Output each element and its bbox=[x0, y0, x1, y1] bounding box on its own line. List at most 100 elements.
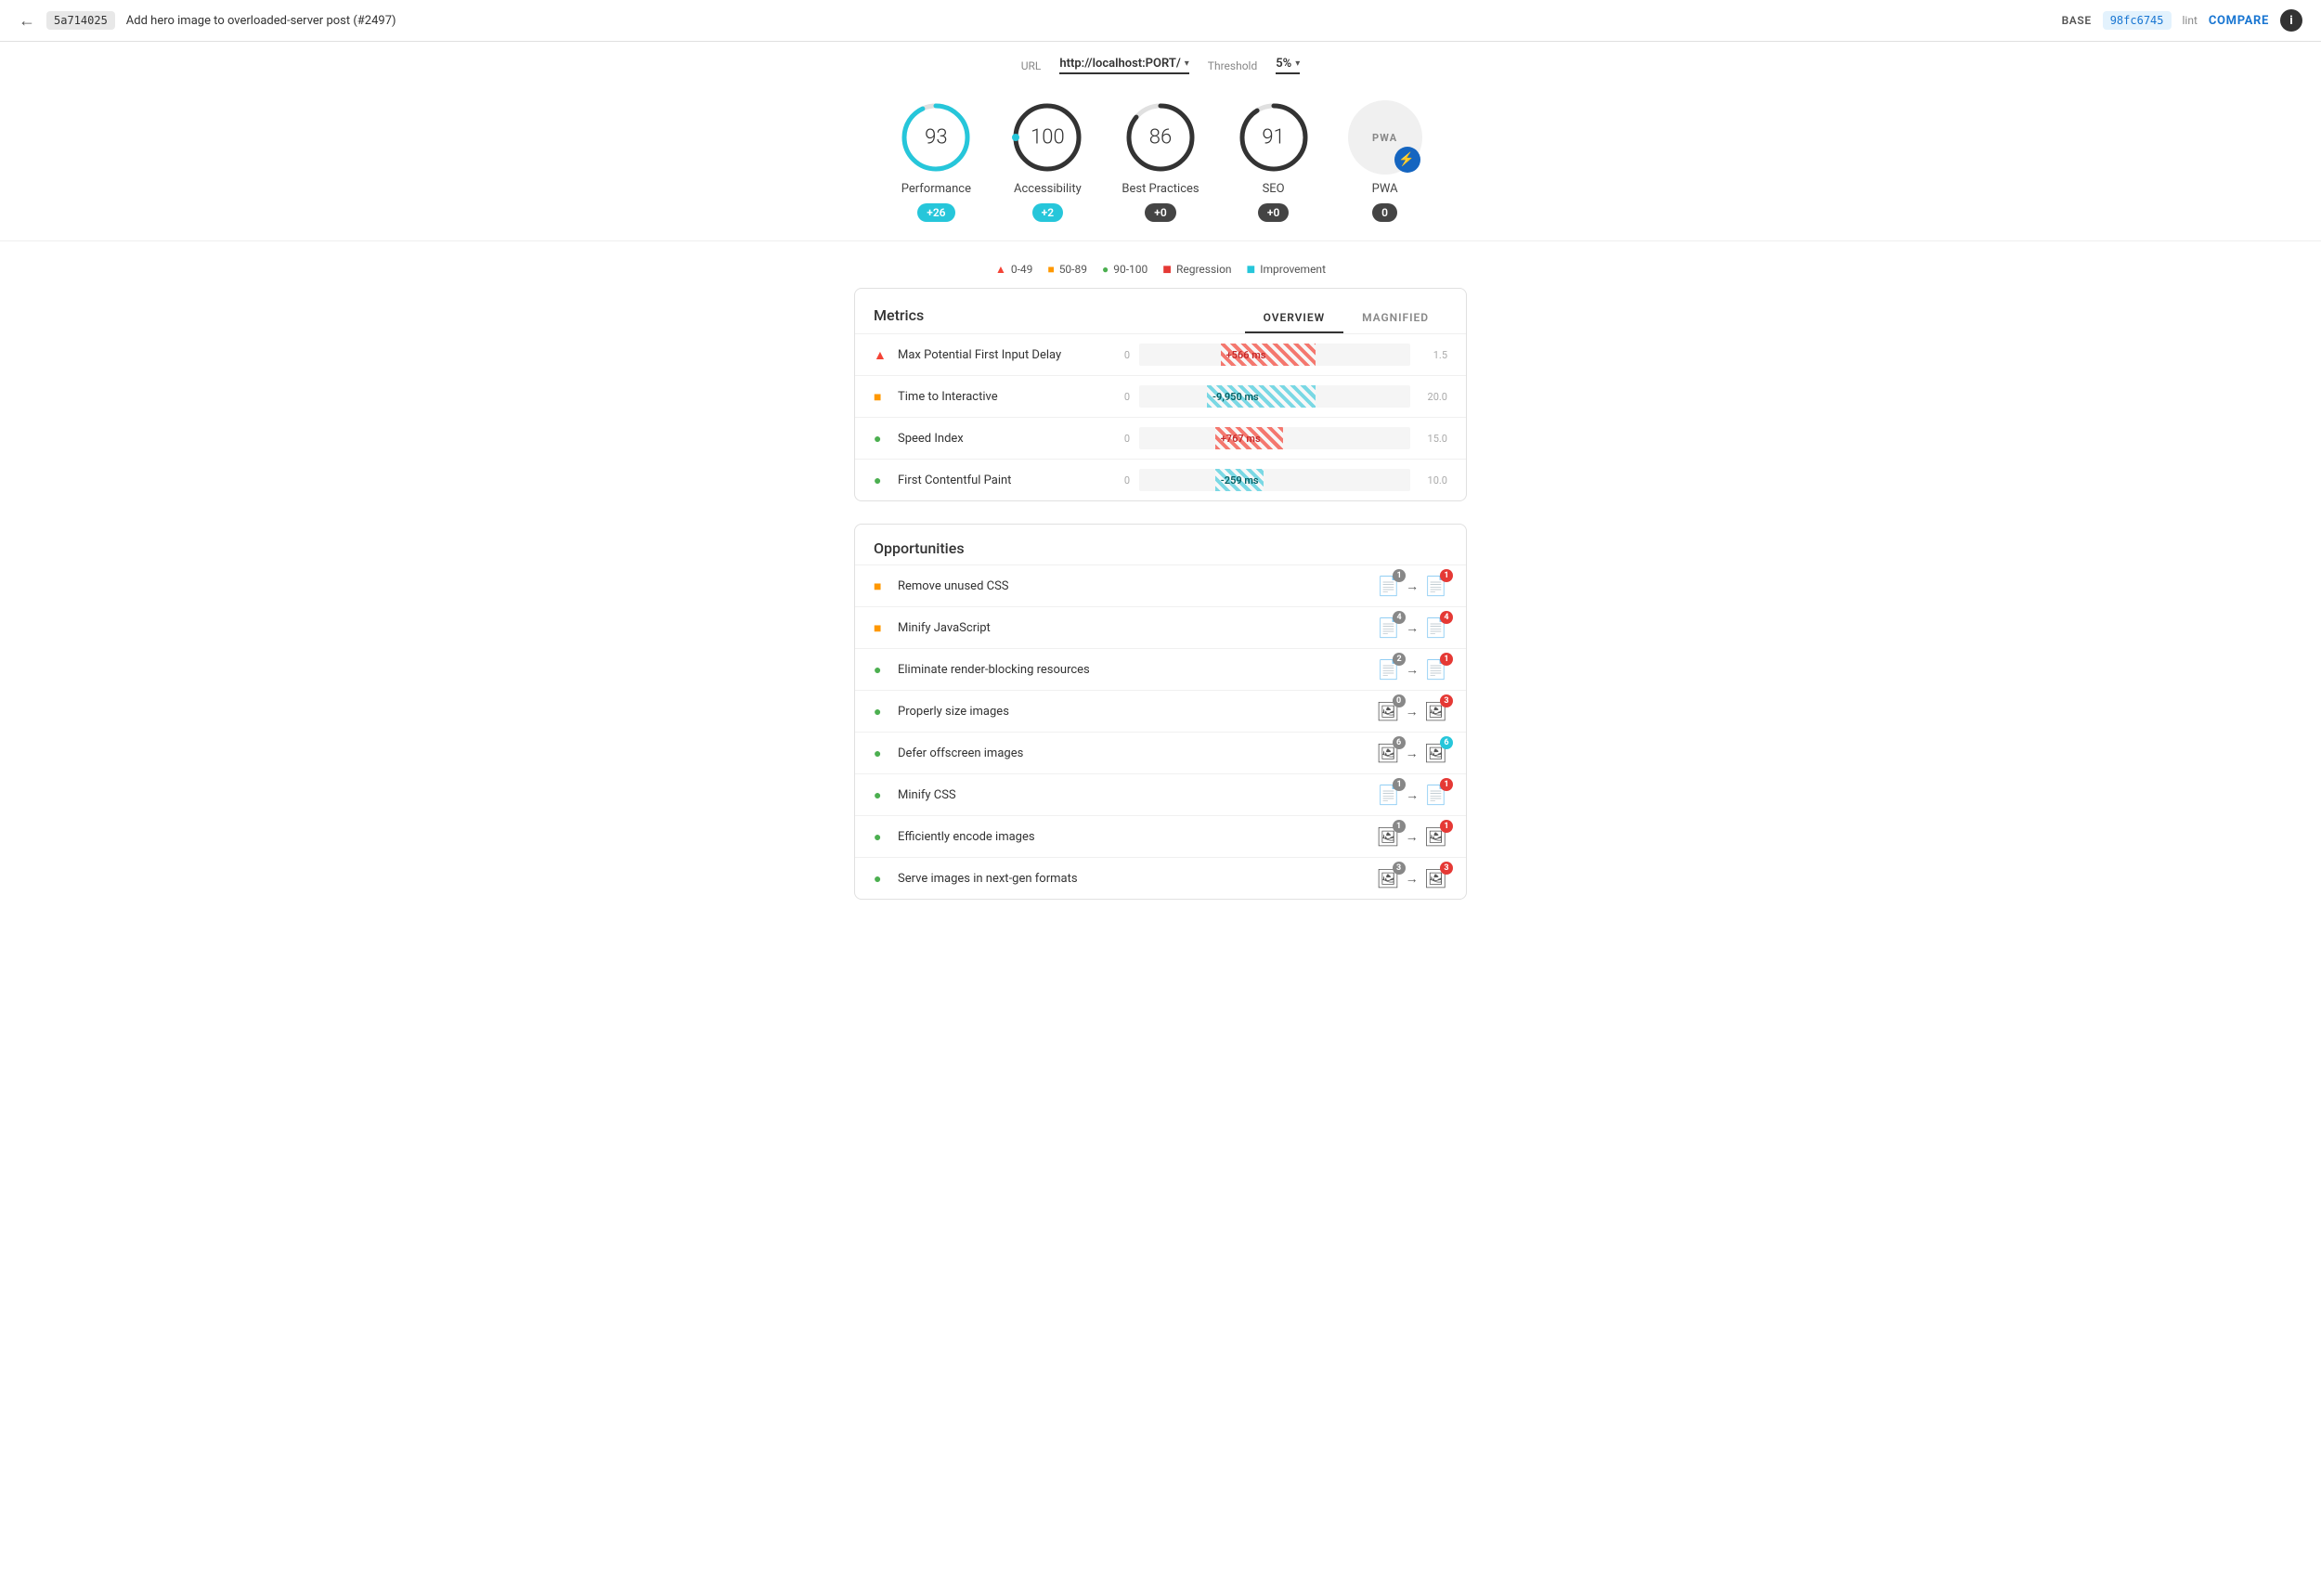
opp-defer-offscreen-compare-file[interactable]: 🖼 6 bbox=[1424, 742, 1447, 764]
metric-row-si: ● Speed Index 0 +767 ms 15.0 bbox=[855, 417, 1466, 459]
legend-improvement: ■ Improvement bbox=[1247, 260, 1326, 279]
opp-render-blocking-name: Eliminate render-blocking resources bbox=[898, 663, 1368, 677]
opp-unused-css-base-file[interactable]: 📄 1 bbox=[1377, 575, 1400, 597]
opportunities-header: Opportunities bbox=[855, 525, 1466, 564]
accessibility-value: 100 bbox=[1031, 126, 1065, 149]
opp-render-blocking-compare-file[interactable]: 📄 1 bbox=[1424, 658, 1447, 681]
metric-si-name: Speed Index bbox=[898, 432, 1102, 446]
opp-unused-css-compare-file[interactable]: 📄 1 bbox=[1424, 575, 1447, 597]
seo-label: SEO bbox=[1263, 182, 1285, 196]
metric-fcp-name: First Contentful Paint bbox=[898, 474, 1102, 487]
threshold-selector[interactable]: 5% ▾ bbox=[1276, 57, 1300, 74]
opp-minify-js-compare-file[interactable]: 📄 4 bbox=[1424, 616, 1447, 639]
best-practices-value: 86 bbox=[1149, 126, 1172, 149]
opp-minify-css-base-count: 1 bbox=[1393, 778, 1406, 791]
metric-fid-max: 1.5 bbox=[1420, 349, 1447, 361]
opp-unused-css-compare-count: 1 bbox=[1440, 569, 1453, 582]
pwa-score-label: PWA bbox=[1372, 182, 1398, 196]
opportunities-card: Opportunities ■ Remove unused CSS 📄 1 → … bbox=[854, 524, 1467, 900]
seo-circle: 91 bbox=[1237, 100, 1311, 175]
opp-defer-offscreen-base-file[interactable]: 🖼 6 bbox=[1376, 742, 1399, 764]
metric-row-tti: ■ Time to Interactive 0 -9,950 ms 20.0 bbox=[855, 375, 1466, 417]
opp-unused-css-name: Remove unused CSS bbox=[898, 579, 1368, 593]
pwa-delta: 0 bbox=[1372, 203, 1397, 222]
opp-minify-js-arrow: → bbox=[1406, 620, 1419, 636]
opp-size-images-base-file[interactable]: 🖼 0 bbox=[1376, 700, 1399, 722]
opp-size-images-icon: ● bbox=[874, 704, 888, 720]
legend-0-49-label: 0-49 bbox=[1011, 263, 1033, 276]
opp-minify-css-name: Minify CSS bbox=[898, 788, 1368, 802]
opp-unused-css-arrow: → bbox=[1406, 578, 1419, 594]
opp-size-images-compare-count: 3 bbox=[1440, 694, 1453, 707]
opp-next-gen-base-count: 3 bbox=[1393, 862, 1406, 875]
back-button[interactable]: ← bbox=[19, 11, 35, 31]
opp-row-size-images: ● Properly size images 🖼 0 → 🖼 3 bbox=[855, 690, 1466, 732]
opp-next-gen-base-file[interactable]: 🖼 3 bbox=[1376, 867, 1399, 889]
opp-size-images-compare-file[interactable]: 🖼 3 bbox=[1424, 700, 1447, 722]
compare-button[interactable]: COMPARE bbox=[2209, 14, 2269, 28]
opp-render-blocking-base-file[interactable]: 📄 2 bbox=[1377, 658, 1400, 681]
url-label: URL bbox=[1021, 59, 1042, 72]
tab-magnified[interactable]: MAGNIFIED bbox=[1343, 304, 1447, 333]
metrics-header: Metrics OVERVIEW MAGNIFIED bbox=[855, 289, 1466, 333]
base-commit-badge: 5a714025 bbox=[46, 11, 115, 30]
opp-render-blocking-compare-count: 1 bbox=[1440, 653, 1453, 666]
opp-row-defer-offscreen: ● Defer offscreen images 🖼 6 → 🖼 6 bbox=[855, 732, 1466, 773]
opp-minify-css-compare-file[interactable]: 📄 1 bbox=[1424, 784, 1447, 806]
opp-encode-images-actions: 🖼 1 → 🖼 1 bbox=[1376, 825, 1447, 848]
url-selector[interactable]: http://localhost:PORT/ ▾ bbox=[1059, 57, 1188, 74]
metric-fcp-max: 10.0 bbox=[1420, 474, 1447, 487]
opp-row-encode-images: ● Efficiently encode images 🖼 1 → 🖼 1 bbox=[855, 815, 1466, 857]
opp-minify-js-actions: 📄 4 → 📄 4 bbox=[1377, 616, 1447, 639]
seo-value: 91 bbox=[1262, 126, 1284, 149]
opp-minify-css-arrow: → bbox=[1406, 787, 1419, 803]
opp-render-blocking-base-count: 2 bbox=[1393, 653, 1406, 666]
opp-size-images-arrow: → bbox=[1406, 704, 1419, 720]
score-performance: 93 Performance +26 bbox=[899, 100, 973, 222]
pwa-label: PWA bbox=[1372, 132, 1397, 144]
opp-minify-css-base-file[interactable]: 📄 1 bbox=[1377, 784, 1400, 806]
opp-unused-css-base-count: 1 bbox=[1393, 569, 1406, 582]
opp-encode-images-compare-file[interactable]: 🖼 1 bbox=[1424, 825, 1447, 848]
opp-minify-js-base-file[interactable]: 📄 4 bbox=[1377, 616, 1400, 639]
metric-fcp-bar-container: -259 ms bbox=[1139, 469, 1410, 491]
score-pwa: PWA ⚡ PWA 0 bbox=[1348, 100, 1422, 222]
tab-overview[interactable]: OVERVIEW bbox=[1245, 304, 1343, 333]
metric-si-icon: ● bbox=[874, 431, 888, 447]
threshold-label: Threshold bbox=[1208, 59, 1257, 72]
metric-fcp-bar-label: -259 ms bbox=[1221, 474, 1259, 487]
metrics-card: Metrics OVERVIEW MAGNIFIED ▲ Max Potenti… bbox=[854, 288, 1467, 501]
legend-90-100: ● 90-100 bbox=[1102, 260, 1148, 279]
main-content: Metrics OVERVIEW MAGNIFIED ▲ Max Potenti… bbox=[836, 288, 1485, 959]
lint-label: lint bbox=[2183, 14, 2198, 27]
score-best-practices: 86 Best Practices +0 bbox=[1122, 100, 1199, 222]
opp-unused-css-icon: ■ bbox=[874, 578, 888, 594]
info-button[interactable]: i bbox=[2280, 9, 2302, 32]
accessibility-label: Accessibility bbox=[1014, 182, 1082, 196]
opp-size-images-base-count: 0 bbox=[1393, 694, 1406, 707]
opportunities-title: Opportunities bbox=[874, 539, 965, 557]
performance-label: Performance bbox=[901, 182, 971, 196]
seo-delta: +0 bbox=[1258, 203, 1289, 222]
threshold-value: 5% bbox=[1276, 57, 1291, 71]
legend-improvement-label: Improvement bbox=[1260, 263, 1326, 276]
opp-next-gen-compare-file[interactable]: 🖼 3 bbox=[1424, 867, 1447, 889]
opp-minify-js-name: Minify JavaScript bbox=[898, 621, 1368, 635]
opp-unused-css-actions: 📄 1 → 📄 1 bbox=[1377, 575, 1447, 597]
metric-tti-name: Time to Interactive bbox=[898, 390, 1102, 404]
opp-row-next-gen: ● Serve images in next-gen formats 🖼 3 →… bbox=[855, 857, 1466, 899]
opp-defer-offscreen-compare-count: 6 bbox=[1440, 736, 1453, 749]
metric-tti-zero: 0 bbox=[1111, 391, 1130, 403]
legend-90-100-icon: ● bbox=[1102, 263, 1109, 276]
opp-encode-images-base-file[interactable]: 🖼 1 bbox=[1376, 825, 1399, 848]
metric-si-max: 15.0 bbox=[1420, 433, 1447, 445]
metric-fcp-bar: -259 ms bbox=[1215, 469, 1264, 491]
base-label: BASE bbox=[2062, 14, 2092, 27]
opp-minify-js-compare-count: 4 bbox=[1440, 611, 1453, 624]
best-practices-delta: +0 bbox=[1145, 203, 1175, 222]
metric-fid-icon: ▲ bbox=[874, 347, 888, 363]
score-accessibility: 100 Accessibility +2 bbox=[1010, 100, 1084, 222]
metrics-title: Metrics bbox=[874, 306, 924, 331]
score-seo: 91 SEO +0 bbox=[1237, 100, 1311, 222]
opp-defer-offscreen-icon: ● bbox=[874, 746, 888, 761]
